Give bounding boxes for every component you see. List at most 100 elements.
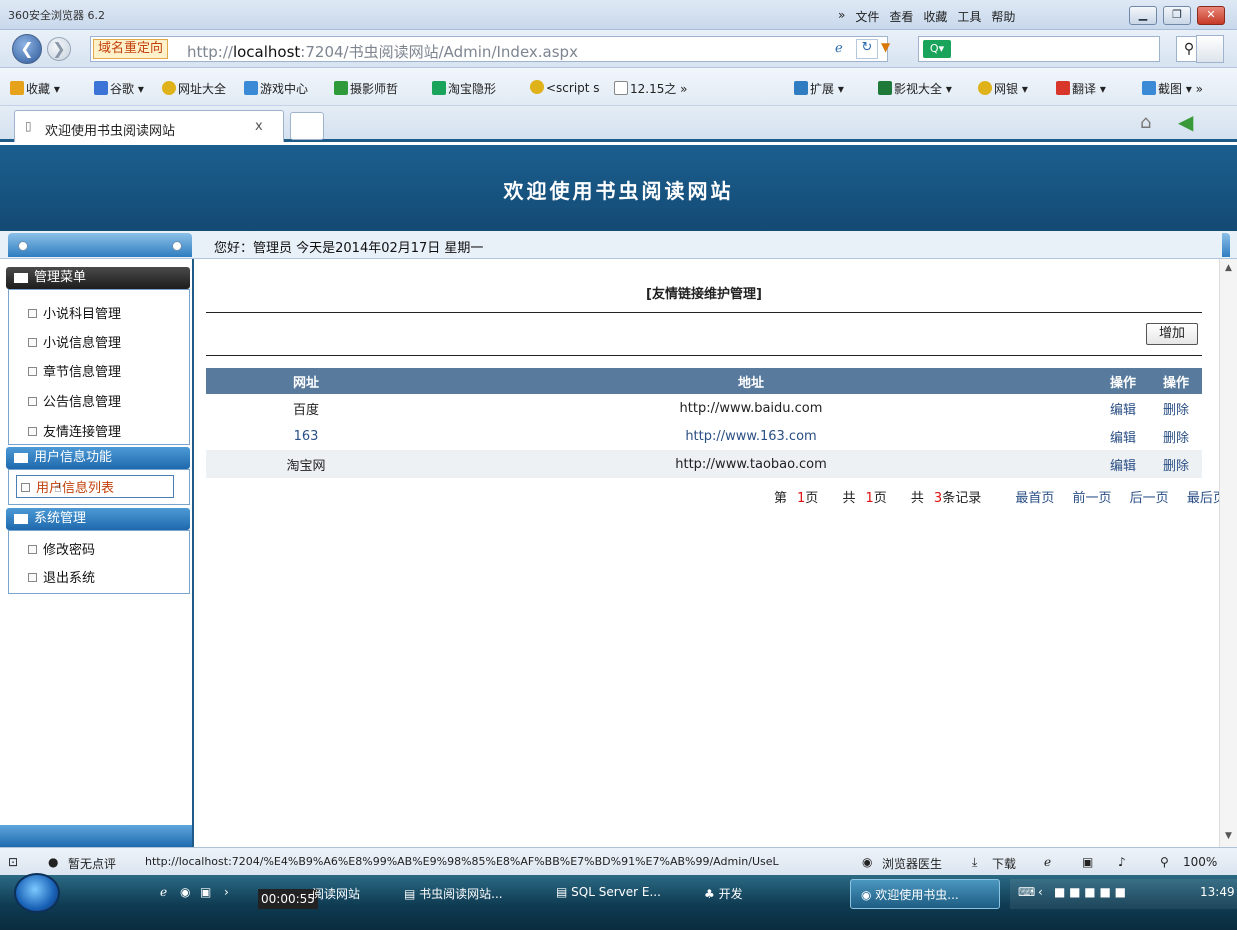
minimize-button[interactable]: ▁ [1129, 6, 1157, 25]
url-dropdown-icon[interactable]: ▼ [881, 40, 890, 54]
close-window-button[interactable]: ✕ [1197, 6, 1225, 25]
next-page-link[interactable]: 后一页 [1130, 491, 1169, 506]
sidebar-item-user-list[interactable]: 用户信息列表☝ [16, 475, 174, 498]
sidebar-item-category[interactable]: 小说科目管理 [28, 303, 121, 322]
back-button[interactable]: ❮ [12, 34, 42, 64]
sidebar-item-logout[interactable]: 退出系统 [28, 567, 95, 586]
menu-group-users[interactable]: 用户信息功能 [6, 447, 190, 469]
prev-page-link[interactable]: 前一页 [1073, 491, 1112, 506]
fav-item[interactable]: 翻译 ▾ [1056, 80, 1106, 97]
edit-link[interactable]: 编辑 [1096, 422, 1150, 450]
fav-item[interactable]: <script s [530, 80, 600, 95]
menu-tools[interactable]: 工具 [957, 8, 981, 25]
scroll-down-icon[interactable]: ▼ [1225, 831, 1232, 841]
tab-current[interactable]: ▯ 欢迎使用书虫阅读网站 x [14, 110, 284, 142]
edit-link[interactable]: 编辑 [1096, 450, 1150, 478]
menu-more[interactable]: » [838, 8, 845, 25]
browser-doctor-button[interactable]: 浏览器医生 [882, 855, 942, 872]
sidebar-item-notice[interactable]: 公告信息管理 [28, 391, 121, 410]
new-tab-button[interactable] [290, 112, 324, 140]
douban-icon [334, 81, 348, 95]
undo-icon[interactable]: ◀ [1178, 110, 1193, 134]
sidebar-item-chapter[interactable]: 章节信息管理 [28, 361, 121, 380]
ie-mode-icon[interactable]: ℯ [835, 41, 843, 56]
menu-help[interactable]: 帮助 [991, 8, 1015, 25]
clock[interactable]: 13:49 [1200, 885, 1235, 899]
download-button[interactable]: 下载 [992, 855, 1016, 872]
sidebar-item-links[interactable]: 友情连接管理 [28, 421, 121, 440]
recording-timer: 00:00:55 [258, 889, 318, 909]
sidebar-item-novel[interactable]: 小说信息管理 [28, 332, 121, 351]
table-row: 163 http://www.163.com 编辑 删除 [206, 422, 1202, 450]
tab-close-icon[interactable]: x [255, 119, 263, 134]
fav-item[interactable]: 谷歌 ▾ [94, 80, 144, 97]
fav-item[interactable]: 网址大全 [162, 80, 226, 97]
fav-item[interactable]: 摄影师哲 [334, 80, 398, 97]
star-icon [10, 81, 24, 95]
cursor-hand-icon: ☝ [54, 481, 62, 496]
address-toolbar: ❮ ❯ 域名重定向 http://localhost:7204/书虫阅读网站/A… [0, 30, 1237, 68]
doc-icon [28, 338, 37, 347]
first-page-link[interactable]: 最首页 [1015, 491, 1054, 506]
menu-file[interactable]: 文件 [855, 8, 879, 25]
fav-item[interactable]: 12.15之 » [614, 80, 688, 97]
volume-icon[interactable]: ♪ [1118, 855, 1126, 869]
window-icon[interactable]: ▣ [1082, 855, 1093, 869]
download-icon: ⤓ [972, 855, 978, 869]
total-pages: 共 1页 [842, 491, 887, 506]
game-icon [244, 81, 258, 95]
taskbar-item[interactable]: ▤ SQL Server E... [556, 885, 661, 899]
menu-group-system[interactable]: 系统管理 [6, 508, 190, 530]
redirect-tag[interactable]: 域名重定向 [93, 39, 169, 59]
sidebar-toggle-icon[interactable]: ⊡ [8, 855, 18, 869]
fav-item[interactable]: 收藏 ▾ [10, 80, 60, 97]
table-row: 淘宝网 http://www.taobao.com 编辑 删除 [206, 450, 1202, 478]
refresh-icon[interactable]: ↻ [856, 39, 878, 59]
greeting-text: 您好：管理员 今天是2014年02月17日 星期一 [214, 241, 484, 256]
fav-item[interactable]: 游戏中心 [244, 80, 308, 97]
tray-icons[interactable]: ■ ■ ■ ■ ■ [1054, 885, 1126, 899]
fav-item[interactable]: 截图 ▾ » [1142, 80, 1203, 97]
ie-icon[interactable]: ℯ [1044, 855, 1051, 869]
url-text[interactable]: http://localhost:7204/书虫阅读网站/Admin/Index… [187, 41, 578, 62]
menu-group-admin[interactable]: 管理菜单 [6, 267, 190, 289]
browser-quicklaunch-icon[interactable]: ◉ [180, 885, 190, 899]
menu-favorites[interactable]: 收藏 [923, 8, 947, 25]
zoom-level[interactable]: 100% [1183, 855, 1217, 869]
grid-icon [14, 273, 28, 283]
forward-button[interactable]: ❯ [47, 37, 71, 61]
fav-item[interactable]: 扩展 ▾ [794, 80, 844, 97]
sidebar-item-change-password[interactable]: 修改密码 [28, 539, 95, 558]
taskbar-item[interactable]: ♣ 开发 [704, 885, 743, 902]
delete-link[interactable]: 删除 [1150, 394, 1202, 422]
quicklaunch-more-icon[interactable]: › [224, 885, 229, 899]
edit-link[interactable]: 编辑 [1096, 394, 1150, 422]
delete-link[interactable]: 删除 [1150, 450, 1202, 478]
maximize-button[interactable]: ❐ [1163, 6, 1191, 25]
sidebar-cap [8, 233, 192, 257]
fav-item[interactable]: 淘宝隐形 [432, 80, 496, 97]
taskbar-item-active[interactable]: ◉ 欢迎使用书虫... [850, 879, 1000, 909]
address-bar[interactable]: 域名重定向 http://localhost:7204/书虫阅读网站/Admin… [90, 36, 890, 62]
search-engine-icon[interactable]: Q▾ [923, 40, 951, 58]
app-quicklaunch-icon[interactable]: ▣ [200, 885, 211, 899]
delete-link[interactable]: 删除 [1150, 422, 1202, 450]
taskbar-item[interactable]: 阅读网站 [312, 885, 360, 902]
taskbar-item[interactable]: ▤ 书虫阅读网站... [404, 885, 503, 902]
menu-view[interactable]: 查看 [889, 8, 913, 25]
fav-item[interactable]: 影视大全 ▾ [878, 80, 952, 97]
tray-expand-icon[interactable]: ‹ [1038, 885, 1043, 899]
user-avatar-icon[interactable] [1196, 35, 1224, 63]
column-header: 操作 [1096, 368, 1150, 394]
keyboard-icon[interactable]: ⌨ [1018, 885, 1035, 899]
menu-icon [14, 514, 28, 524]
search-input[interactable]: Q▾ [918, 36, 1160, 62]
rating-text[interactable]: 暂无点评 [68, 855, 116, 872]
ie-quicklaunch-icon[interactable]: ℯ [160, 885, 167, 899]
home-icon[interactable]: ⌂ [1140, 112, 1151, 133]
scroll-up-icon[interactable]: ▲ [1225, 263, 1232, 273]
add-button[interactable]: 增加 [1146, 323, 1198, 345]
start-button[interactable] [14, 873, 60, 913]
fav-item[interactable]: 网银 ▾ [978, 80, 1028, 97]
vertical-scrollbar[interactable]: ▲ ▼ [1219, 259, 1237, 847]
